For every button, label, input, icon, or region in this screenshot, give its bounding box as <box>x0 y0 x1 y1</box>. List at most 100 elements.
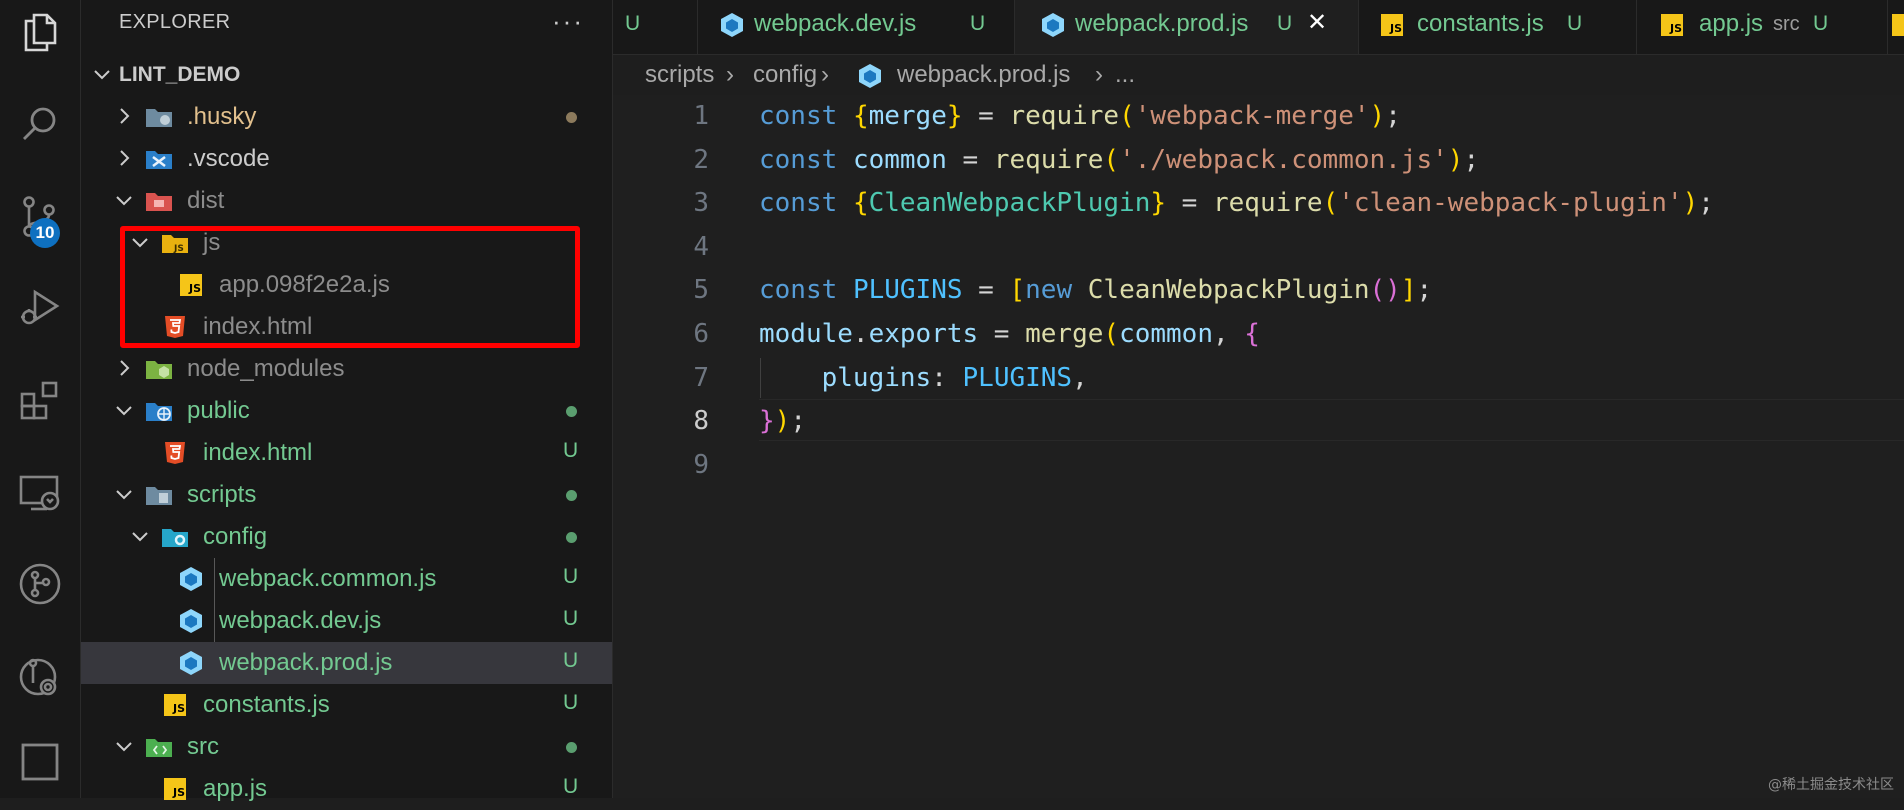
tree-item-src[interactable]: src <box>81 726 612 768</box>
git-status: U <box>563 775 579 798</box>
code-token: ) <box>1682 188 1699 219</box>
git-status: U <box>563 691 579 714</box>
line-number: 7 <box>693 362 709 393</box>
tree-item-app-js[interactable]: JS app.js U <box>81 768 612 810</box>
code-token: 'clean-webpack-plugin' <box>1338 188 1683 219</box>
code-token: require <box>1212 188 1323 219</box>
files-icon[interactable] <box>0 0 80 64</box>
code-token: require <box>993 144 1104 175</box>
code-token: } <box>1150 188 1167 219</box>
source-control-icon[interactable]: 10 <box>0 184 80 248</box>
tree-item-public-index-html[interactable]: index.html U <box>81 432 612 474</box>
code-token: const <box>759 188 838 219</box>
tab-webpack-dev[interactable]: webpack.dev.js U <box>698 0 1015 54</box>
code-line: module.exports = merge(common, { <box>759 319 1260 349</box>
timeline-icon[interactable] <box>0 644 80 708</box>
js-file-icon: JS <box>161 692 189 718</box>
tree-item-label: node_modules <box>187 355 345 382</box>
code-token: [ <box>1009 275 1026 306</box>
code-token: ( <box>1103 319 1120 349</box>
breadcrumb-config[interactable]: config <box>753 61 817 89</box>
tree-item-label: webpack.prod.js <box>219 649 393 676</box>
tree-item-dist[interactable]: dist <box>81 180 612 222</box>
tab-overflow[interactable] <box>1888 0 1904 54</box>
code-token: require <box>1009 101 1120 131</box>
tree-item-label: dist <box>187 187 225 214</box>
tab-partial[interactable]: U <box>613 0 698 54</box>
code-line: const PLUGINS = [new CleanWebpackPlugin(… <box>759 275 1432 305</box>
tab-webpack-prod[interactable]: webpack.prod.js U ✕ <box>1015 0 1359 54</box>
code-token: { <box>852 101 869 131</box>
tree-root[interactable]: LINT_DEMO <box>81 54 612 96</box>
folder-src-icon <box>145 734 173 760</box>
code-token: = <box>962 275 1010 306</box>
git-status: U <box>563 649 579 672</box>
untracked-dot <box>566 532 577 543</box>
workspace-name: LINT_DEMO <box>119 63 241 86</box>
breadcrumb-symbols[interactable]: ... <box>1115 61 1135 89</box>
folder-dist-icon <box>145 188 173 214</box>
tab-label: webpack.prod.js <box>1075 10 1249 37</box>
tab-status: U <box>1567 12 1583 35</box>
chevron-down-icon <box>132 532 148 542</box>
line-number: 8 <box>693 406 709 437</box>
tab-app-js[interactable]: JS app.js src U <box>1637 0 1888 54</box>
tree-item-label: index.html <box>203 439 313 466</box>
extensions-icon[interactable] <box>0 368 80 432</box>
search-icon[interactable] <box>0 92 80 156</box>
more-actions-button[interactable]: ··· <box>552 6 584 37</box>
untracked-dot <box>566 742 577 753</box>
code-token: , <box>1072 362 1088 393</box>
line-number: 1 <box>693 101 709 131</box>
chevron-down-icon <box>94 70 110 80</box>
git-status: U <box>563 565 579 588</box>
code-token: 'webpack-merge' <box>1134 101 1370 131</box>
code-token: ; <box>1416 275 1433 306</box>
code-token: const <box>759 275 838 306</box>
git-graph-icon[interactable] <box>0 552 80 616</box>
tab-label: constants.js <box>1417 10 1544 37</box>
tree-item-webpack-prod[interactable]: webpack.prod.js U <box>81 642 612 684</box>
breadcrumb-scripts[interactable]: scripts <box>645 61 714 89</box>
folder-public-icon <box>145 398 173 424</box>
breadcrumb-file[interactable]: webpack.prod.js <box>897 61 1070 89</box>
code-editor[interactable]: 123456789 const {merge} = require('webpa… <box>613 95 1904 798</box>
code-token: = <box>1166 188 1213 219</box>
tree-item-vscode[interactable]: .vscode <box>81 138 612 180</box>
editor-tab-bar: U webpack.dev.js U webpack.prod.js U ✕ JS… <box>613 0 1904 55</box>
remote-explorer-icon[interactable] <box>0 460 80 524</box>
tree-item-label: scripts <box>187 481 257 508</box>
breadcrumb-separator: › <box>821 61 829 88</box>
code-token: ; <box>1385 101 1401 131</box>
tree-item-constants[interactable]: JS constants.js U <box>81 684 612 726</box>
modified-dot <box>566 112 577 123</box>
tree-item-scripts[interactable]: scripts <box>81 474 612 516</box>
panel-icon[interactable] <box>0 730 80 794</box>
run-debug-icon[interactable] <box>0 276 80 340</box>
tree-item-node-modules[interactable]: node_modules <box>81 348 612 390</box>
code-token: module <box>759 319 853 349</box>
webpack-file-icon <box>177 650 205 676</box>
tree-item-webpack-dev[interactable]: webpack.dev.js U <box>81 600 612 642</box>
code-token: . <box>852 319 869 349</box>
webpack-file-icon <box>858 63 882 96</box>
code-token: PLUGINS <box>852 275 963 306</box>
tab-constants[interactable]: JS constants.js U <box>1359 0 1637 54</box>
tree-item-webpack-common[interactable]: webpack.common.js U <box>81 558 612 600</box>
source-control-badge: 10 <box>30 218 60 248</box>
tree-item-husky[interactable]: .husky <box>81 96 612 138</box>
code-token: exports <box>868 319 979 349</box>
line-number: 4 <box>693 231 709 262</box>
code-token: PLUGINS <box>962 362 1073 393</box>
line-number: 6 <box>693 319 709 349</box>
tree-item-config[interactable]: config <box>81 516 612 558</box>
js-file-icon: JS <box>1661 14 1683 36</box>
tree-item-public[interactable]: public <box>81 390 612 432</box>
tab-close-button[interactable]: ✕ <box>1307 8 1327 37</box>
activity-bar: 10 <box>0 0 81 798</box>
chevron-down-icon <box>116 196 132 206</box>
